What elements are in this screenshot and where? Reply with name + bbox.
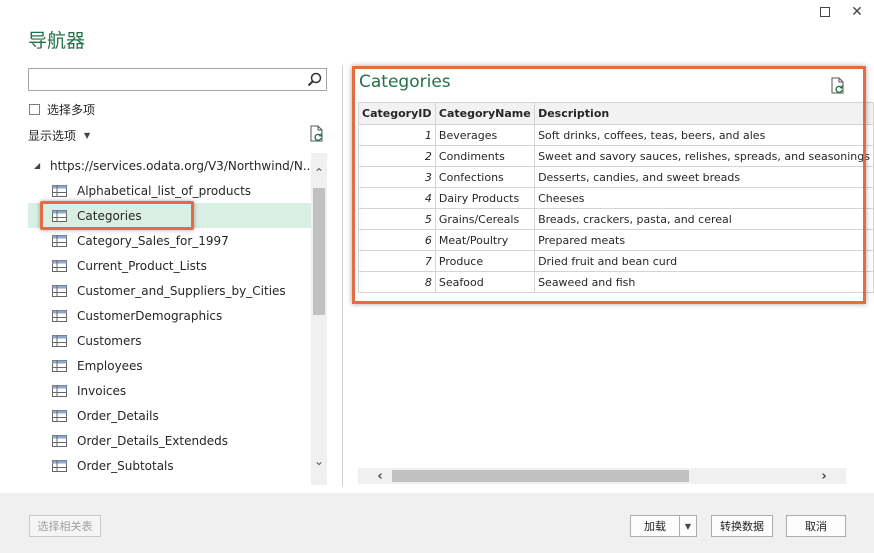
maximize-button[interactable] bbox=[816, 3, 834, 21]
chevron-down-icon: ▼ bbox=[684, 521, 692, 531]
navigator-tree: ◢ https://services.odata.org/V3/Northwin… bbox=[28, 153, 311, 485]
close-button[interactable]: ✕ bbox=[848, 3, 866, 21]
tree-item-order-details-extendeds[interactable]: Order_Details_Extendeds bbox=[28, 428, 311, 453]
load-button[interactable]: 加载 bbox=[630, 515, 680, 537]
tree-item-order-details[interactable]: Order_Details bbox=[28, 403, 311, 428]
tree-item-label: Customers bbox=[77, 333, 142, 348]
tree-item-employees[interactable]: Employees bbox=[28, 353, 311, 378]
close-icon: ✕ bbox=[851, 4, 863, 20]
scroll-left-icon[interactable]: ‹ bbox=[372, 468, 388, 484]
tree-scrollbar[interactable]: ⌃ ⌄ bbox=[311, 153, 327, 485]
cancel-button[interactable]: 取消 bbox=[786, 515, 846, 537]
tree-item-label: Invoices bbox=[77, 383, 127, 398]
tree-item-category-sales-for-1997[interactable]: Category_Sales_for_1997 bbox=[28, 228, 311, 253]
tree-item-alphabetical-list-of-products[interactable]: Alphabetical_list_of_products bbox=[28, 178, 311, 203]
tree-item-label: Order_Details bbox=[77, 408, 159, 423]
table-icon bbox=[52, 284, 67, 297]
table-icon bbox=[52, 359, 67, 372]
multi-select-label: 选择多项 bbox=[47, 103, 96, 117]
tree-item-label: CustomerDemographics bbox=[77, 308, 223, 323]
tree-item-categories[interactable]: Categories bbox=[28, 203, 311, 228]
tree-item-label: Alphabetical_list_of_products bbox=[77, 183, 252, 198]
dialog-footer: 选择相关表 加载 ▼ 转换数据 取消 bbox=[0, 493, 874, 553]
tree-item-label: Categories bbox=[77, 208, 142, 223]
tree-item-label: Category_Sales_for_1997 bbox=[77, 233, 229, 248]
load-dropdown-button[interactable]: ▼ bbox=[679, 515, 697, 537]
scroll-right-icon[interactable]: › bbox=[816, 468, 832, 484]
preview-horizontal-scrollbar[interactable]: ‹ › bbox=[358, 468, 846, 484]
tree-item-current-product-lists[interactable]: Current_Product_Lists bbox=[28, 253, 311, 278]
pane-divider[interactable] bbox=[342, 66, 343, 486]
table-icon bbox=[52, 234, 67, 247]
preview-highlight-frame bbox=[352, 66, 866, 304]
tree-root-node[interactable]: ◢ https://services.odata.org/V3/Northwin… bbox=[28, 153, 311, 178]
display-options-label: 显示选项 bbox=[28, 129, 77, 143]
table-icon bbox=[52, 409, 67, 422]
multi-select-checkbox[interactable] bbox=[29, 104, 40, 115]
scroll-down-icon[interactable]: ⌄ bbox=[311, 453, 327, 469]
tree-item-label: Order_Subtotals bbox=[77, 458, 174, 473]
search-input[interactable] bbox=[28, 68, 327, 91]
tree-item-customers[interactable]: Customers bbox=[28, 328, 311, 353]
table-icon bbox=[52, 484, 67, 485]
tree-item-customer-and-suppliers-by-cities[interactable]: Customer_and_Suppliers_by_Cities bbox=[28, 278, 311, 303]
dialog-title: 导航器 bbox=[28, 30, 86, 52]
transform-data-button[interactable]: 转换数据 bbox=[711, 515, 773, 537]
table-icon bbox=[52, 184, 67, 197]
table-icon bbox=[52, 384, 67, 397]
window-controls: ✕ bbox=[816, 3, 866, 21]
refresh-icon[interactable] bbox=[308, 125, 326, 143]
scrollbar-thumb[interactable] bbox=[313, 188, 325, 315]
tree-item-order-subtotals[interactable]: Order_Subtotals bbox=[28, 453, 311, 478]
scrollbar-thumb[interactable] bbox=[392, 470, 689, 482]
tree-item-label: Order_Details_Extendeds bbox=[77, 433, 228, 448]
maximize-icon bbox=[820, 7, 830, 17]
search-icon[interactable] bbox=[306, 71, 323, 88]
scroll-up-icon[interactable]: ⌃ bbox=[311, 165, 327, 181]
tree-item-partial[interactable] bbox=[28, 478, 311, 485]
table-icon bbox=[52, 459, 67, 472]
table-icon bbox=[52, 334, 67, 347]
tree-item-customerdemographics[interactable]: CustomerDemographics bbox=[28, 303, 311, 328]
select-related-tables-button[interactable]: 选择相关表 bbox=[29, 515, 101, 537]
tree-item-label: Current_Product_Lists bbox=[77, 258, 207, 273]
table-icon bbox=[52, 259, 67, 272]
multi-select-option[interactable]: 选择多项 bbox=[29, 101, 95, 118]
display-options-dropdown[interactable]: 显示选项 ▼ bbox=[28, 127, 90, 144]
table-icon bbox=[52, 209, 67, 222]
table-icon bbox=[52, 309, 67, 322]
table-icon bbox=[52, 434, 67, 447]
chevron-down-icon: ▼ bbox=[84, 131, 91, 140]
search-field[interactable] bbox=[32, 70, 302, 89]
tree-root-label: https://services.odata.org/V3/Northwind/… bbox=[50, 158, 311, 173]
expand-arrow-icon[interactable]: ◢ bbox=[34, 161, 40, 170]
tree-item-label: Customer_and_Suppliers_by_Cities bbox=[77, 283, 286, 298]
tree-item-label: Employees bbox=[77, 358, 143, 373]
tree-item-invoices[interactable]: Invoices bbox=[28, 378, 311, 403]
